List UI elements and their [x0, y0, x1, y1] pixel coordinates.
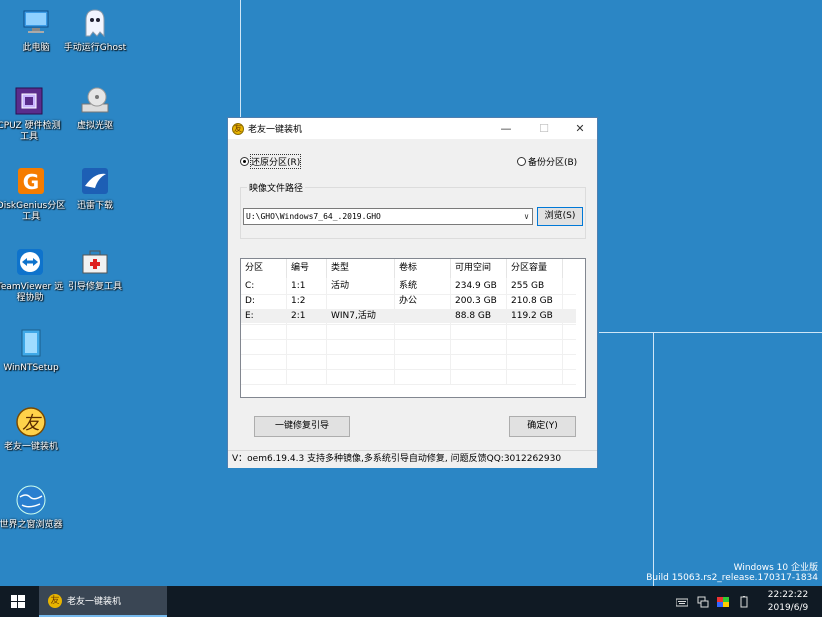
image-path-combobox[interactable]: U:\GHO\Windows7_64_.2019.GHO ∨	[243, 208, 533, 225]
image-path-value: U:\GHO\Windows7_64_.2019.GHO	[246, 212, 381, 221]
backup-partition-radio[interactable]: 备份分区(B)	[517, 155, 577, 168]
chevron-down-icon[interactable]: ∨	[524, 209, 529, 224]
clock-time: 22:22:22	[767, 590, 809, 600]
status-bar: V：oem6.19.4.3 支持多种镜像,多系统引导自动修复, 问题反馈QQ:3…	[228, 450, 597, 468]
keyboard-icon[interactable]	[676, 596, 688, 608]
cpu-chip-icon	[12, 84, 46, 118]
minimize-button[interactable]: —	[487, 118, 525, 139]
maximize-button[interactable]: ☐	[525, 118, 563, 139]
image-path-group: 映像文件路径 U:\GHO\Windows7_64_.2019.GHO ∨ 浏览…	[240, 181, 586, 239]
window-titlebar[interactable]: 友 老友一键装机 — ☐ ✕	[228, 118, 597, 139]
column-header[interactable]: 可用空间	[451, 259, 507, 278]
optical-drive-icon	[78, 84, 112, 118]
taskbar-app-laoyou[interactable]: 友 老友一键装机	[39, 586, 167, 617]
globe-icon	[14, 483, 48, 517]
desktop-icon-diskgenius[interactable]: G DiskGenius分区工具	[0, 164, 66, 223]
radio-dot-unchecked	[517, 157, 526, 166]
desktop-icon-ghost[interactable]: 手动运行Ghost	[60, 6, 130, 54]
table-row-selected[interactable]: E: 2:1 WIN7,活动 88.8 GB 119.2 GB	[241, 310, 576, 323]
windows-edition-watermark: Windows 10 企业版	[733, 563, 818, 573]
radio-dot-checked	[240, 157, 249, 166]
windows-logo-icon	[11, 595, 25, 608]
laoyou-installer-window: 友 老友一键装机 — ☐ ✕ 还原分区(R) 备份分区(B) 映像文件路径 U:…	[227, 117, 598, 468]
desktop-icon-winntsetup[interactable]: WinNTSetup	[0, 326, 66, 374]
desktop-icon-boot-repair[interactable]: 引导修复工具	[60, 245, 130, 293]
one-click-repair-boot-button[interactable]: 一键修复引导	[254, 416, 350, 437]
computer-icon	[19, 6, 53, 40]
column-header[interactable]: 卷标	[395, 259, 451, 278]
ok-button[interactable]: 确定(Y)	[509, 416, 576, 437]
column-header[interactable]: 分区	[241, 259, 287, 278]
column-header[interactable]: 类型	[327, 259, 395, 278]
taskbar: 友 老友一键装机 22:22:22 2019/6/9	[0, 586, 822, 617]
svg-text:G: G	[23, 170, 39, 194]
table-row[interactable]: C: 1:1 活动 系统 234.9 GB 255 GB	[241, 280, 576, 293]
toolbox-icon	[78, 245, 112, 279]
winntsetup-icon	[14, 326, 48, 360]
desktop-icon-laoyou[interactable]: 友 老友一键装机	[0, 405, 66, 453]
thunder-bird-icon	[78, 164, 112, 198]
ghost-icon	[78, 6, 112, 40]
system-clock[interactable]: 22:22:22 2019/6/9	[756, 589, 820, 615]
desktop-icon-thunder[interactable]: 迅雷下载	[60, 164, 130, 212]
laoyou-logo-icon: 友	[14, 405, 48, 439]
restore-partition-radio[interactable]: 还原分区(R)	[240, 154, 302, 169]
laoyou-logo-icon: 友	[48, 593, 62, 608]
svg-text:友: 友	[22, 413, 42, 434]
windows-build-watermark: Build 15063.rs2_release.170317-1834	[646, 573, 818, 583]
table-row[interactable]: D: 1:2 办公 200.3 GB 210.8 GB	[241, 295, 576, 308]
close-button[interactable]: ✕	[561, 118, 599, 139]
partition-table[interactable]: 分区 编号 类型 卷标 可用空间 分区容量 C: 1:1 活动 系统 234.9…	[240, 258, 586, 398]
taskbar-app-label: 老友一键装机	[67, 597, 122, 607]
battery-icon[interactable]	[738, 596, 750, 608]
column-header[interactable]: 分区容量	[507, 259, 563, 278]
desktop-icon-teamviewer[interactable]: TeamViewer 远程协助	[0, 245, 65, 304]
window-title: 老友一键装机	[248, 125, 303, 135]
desktop-icon-theworld-browser[interactable]: 世界之窗浏览器	[0, 483, 66, 531]
start-button[interactable]	[0, 586, 36, 617]
color-display-icon[interactable]	[717, 596, 729, 608]
wallpaper-line	[653, 332, 654, 586]
desktop-icon-cpuz[interactable]: CPUZ 硬件检测工具	[0, 84, 64, 143]
wallpaper-line	[599, 332, 822, 333]
app-logo-icon: 友	[232, 122, 244, 135]
desktop-icon-virtual-drive[interactable]: 虚拟光驱	[60, 84, 130, 132]
teamviewer-icon	[13, 245, 47, 279]
column-header[interactable]: 编号	[287, 259, 327, 278]
table-header: 分区 编号 类型 卷标 可用空间 分区容量	[241, 259, 576, 278]
wallpaper-line	[240, 0, 241, 117]
image-path-group-title: 映像文件路径	[247, 181, 306, 194]
browse-button[interactable]: 浏览(S)	[537, 207, 583, 226]
clock-date: 2019/6/9	[767, 603, 809, 613]
diskgenius-icon: G	[14, 164, 48, 198]
network-icon[interactable]	[697, 596, 709, 608]
